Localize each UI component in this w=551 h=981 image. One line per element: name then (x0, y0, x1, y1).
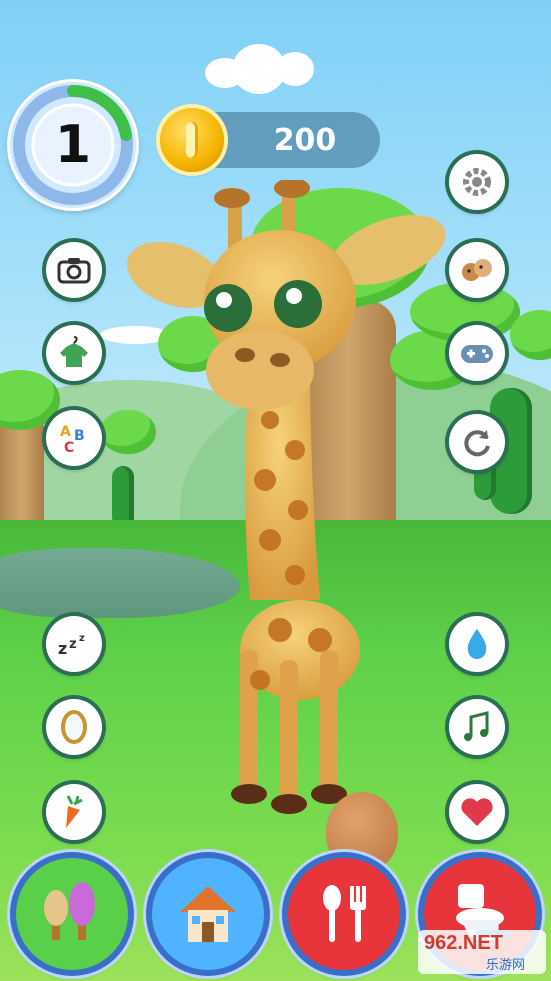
camera-button[interactable] (46, 242, 102, 298)
sleep-zzz-icon: zzz (58, 633, 85, 658)
house-icon (180, 886, 236, 942)
watermark: 962.NET 乐游网 (418, 930, 546, 974)
svg-text:C: C (64, 440, 74, 456)
sleep-button[interactable]: zzz (46, 616, 102, 672)
tree-trunk (0, 420, 44, 530)
watermark-main-text: 962.NET (424, 932, 503, 954)
heart-icon (461, 798, 493, 826)
kitchen-button[interactable] (288, 858, 400, 970)
camera-icon (57, 258, 91, 284)
music-note-icon (464, 711, 489, 741)
svg-text:A: A (60, 424, 71, 440)
shirt-hanger-icon (60, 336, 88, 367)
refresh-icon (464, 430, 490, 457)
gamepad-icon (461, 345, 493, 363)
wash-button[interactable] (449, 616, 505, 672)
coin-icon (160, 108, 224, 172)
watermark-sub-text: 乐游网 (486, 958, 526, 973)
wardrobe-button[interactable] (46, 325, 102, 381)
svg-text:B: B (74, 428, 85, 444)
music-button[interactable] (449, 699, 505, 755)
svg-text:z: z (79, 633, 85, 644)
level-number: 1 (54, 115, 92, 175)
water-drop-icon (467, 629, 487, 659)
fork-spoon-icon (323, 885, 366, 942)
abc-blocks-icon: A BC (60, 424, 85, 456)
settings-button[interactable] (449, 154, 505, 210)
giraffe[interactable] (120, 180, 450, 820)
level-indicator: 1 (10, 82, 136, 208)
svg-text:z: z (58, 639, 67, 658)
cloud (276, 52, 314, 86)
gear-icon (463, 168, 491, 196)
mirror-icon (61, 710, 87, 744)
reset-button[interactable] (449, 414, 505, 470)
garden-trees-icon (44, 882, 95, 940)
svg-text:z: z (69, 637, 77, 652)
feed-carrot-button[interactable] (46, 784, 102, 840)
mirror-button[interactable] (46, 699, 102, 755)
carrot-icon (66, 795, 83, 828)
pets-friends-button[interactable] (449, 242, 505, 298)
minigames-button[interactable] (449, 325, 505, 381)
home-button[interactable] (152, 858, 264, 970)
abc-learning-button[interactable]: ABC (46, 410, 102, 466)
coin-count: 200 (273, 122, 337, 158)
garden-button[interactable] (16, 858, 128, 970)
love-button[interactable] (449, 784, 505, 840)
pets-friends-icon (462, 259, 492, 281)
